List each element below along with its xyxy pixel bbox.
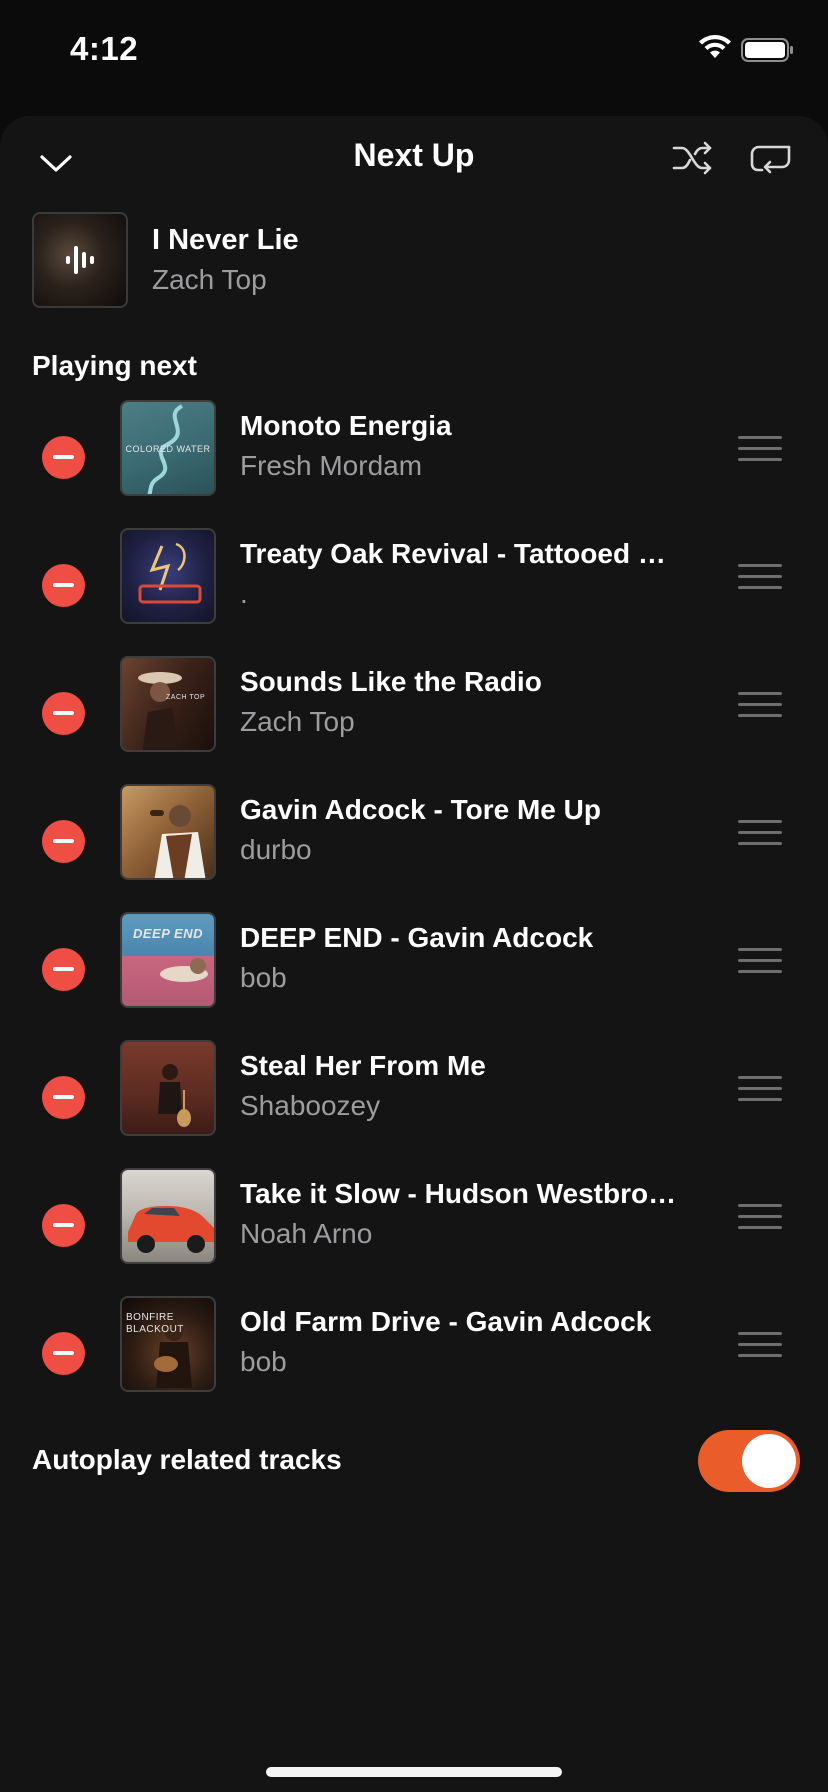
equalizer-icon xyxy=(66,246,94,274)
drag-handle-icon[interactable] xyxy=(738,948,782,974)
queue-item[interactable]: Take it Slow - Hudson Westbrook Noah Arn… xyxy=(0,1168,828,1296)
queue-item[interactable]: COLORED WATER Monoto Energia Fresh Morda… xyxy=(0,400,828,528)
track-title: Take it Slow - Hudson Westbrook xyxy=(240,1178,680,1209)
track-artist: bob xyxy=(240,962,287,993)
remove-track-button[interactable] xyxy=(42,820,85,863)
drag-handle-icon[interactable] xyxy=(738,820,782,846)
now-playing-artwork xyxy=(32,212,128,308)
track-artist: Noah Arno xyxy=(240,1218,373,1249)
drag-handle-icon[interactable] xyxy=(738,436,782,462)
battery-icon xyxy=(741,38,793,62)
track-artwork xyxy=(120,1168,216,1264)
repeat-icon[interactable] xyxy=(748,138,794,178)
drag-handle-icon[interactable] xyxy=(738,1076,782,1102)
drag-handle-icon[interactable] xyxy=(738,564,782,590)
remove-track-button[interactable] xyxy=(42,564,85,607)
neon-sign-art xyxy=(138,542,202,604)
sheet-header: Next Up xyxy=(0,116,828,196)
status-time: 4:12 xyxy=(70,30,139,67)
remove-track-button[interactable] xyxy=(42,1204,85,1247)
track-title: Steal Her From Me xyxy=(240,1050,486,1081)
track-artist: . xyxy=(240,578,248,609)
now-playing-artist: Zach Top xyxy=(152,264,267,295)
autoplay-toggle[interactable] xyxy=(698,1430,800,1492)
drag-handle-icon[interactable] xyxy=(738,692,782,718)
track-title: Treaty Oak Revival - Tattooed Heart xyxy=(240,538,680,569)
drag-handle-icon[interactable] xyxy=(738,1204,782,1230)
queue-item[interactable]: BONFIRE BLACKOUT Old Farm Drive - Gavin … xyxy=(0,1296,828,1424)
track-artist: durbo xyxy=(240,834,312,865)
track-artwork: BONFIRE BLACKOUT xyxy=(120,1296,216,1392)
autoplay-label: Autoplay related tracks xyxy=(32,1444,342,1475)
remove-track-button[interactable] xyxy=(42,436,85,479)
track-artist: bob xyxy=(240,1346,287,1377)
next-up-sheet: Next Up I Never Lie Zach Top Playing nex… xyxy=(0,116,828,1792)
queue-item[interactable]: Treaty Oak Revival - Tattooed Heart . xyxy=(0,528,828,656)
wifi-icon xyxy=(699,35,731,58)
remove-track-button[interactable] xyxy=(42,1076,85,1119)
portrait-art xyxy=(150,805,206,878)
track-artwork: DEEP END xyxy=(120,912,216,1008)
playing-next-heading: Playing next xyxy=(32,350,197,381)
remove-track-button[interactable] xyxy=(42,948,85,991)
track-artist: Zach Top xyxy=(240,706,355,737)
track-artwork xyxy=(120,528,216,624)
car-art xyxy=(128,1206,214,1253)
artwork-caption: ZACH TOP xyxy=(166,694,206,701)
home-indicator[interactable] xyxy=(266,1767,562,1777)
track-artist: Fresh Mordam xyxy=(240,450,423,481)
artwork-caption: BONFIRE BLACKOUT xyxy=(126,1312,184,1335)
remove-track-button[interactable] xyxy=(42,692,85,735)
queue-item[interactable]: ZACH TOP Sounds Like the Radio Zach Top xyxy=(0,656,828,784)
status-bar: 4:12 xyxy=(0,0,828,100)
now-playing-track[interactable]: I Never Lie Zach Top xyxy=(0,212,828,312)
track-artist: Shaboozey xyxy=(240,1090,381,1121)
queue-item[interactable]: Gavin Adcock - Tore Me Up durbo xyxy=(0,784,828,912)
queue-item[interactable]: Steal Her From Me Shaboozey xyxy=(0,1040,828,1168)
portrait-art xyxy=(158,1064,191,1127)
toggle-knob xyxy=(742,1434,796,1488)
track-artwork: COLORED WATER xyxy=(120,400,216,496)
shuffle-icon[interactable] xyxy=(670,138,716,178)
queue-list: COLORED WATER Monoto Energia Fresh Morda… xyxy=(0,400,828,1424)
track-artwork xyxy=(120,1040,216,1136)
track-artwork xyxy=(120,784,216,880)
artwork-caption: DEEP END xyxy=(133,926,203,941)
drag-handle-icon[interactable] xyxy=(738,1332,782,1358)
artwork-caption: COLORED WATER xyxy=(125,444,211,454)
queue-item[interactable]: DEEP END DEEP END - Gavin Adcock bob xyxy=(0,912,828,1040)
track-artwork: ZACH TOP xyxy=(120,656,216,752)
track-title: Old Farm Drive - Gavin Adcock xyxy=(240,1306,652,1337)
track-title: Sounds Like the Radio xyxy=(240,666,542,697)
now-playing-title: I Never Lie xyxy=(152,224,299,256)
remove-track-button[interactable] xyxy=(42,1332,85,1375)
track-title: DEEP END - Gavin Adcock xyxy=(240,922,594,953)
track-title: Monoto Energia xyxy=(240,410,452,441)
portrait-art xyxy=(138,672,182,750)
track-title: Gavin Adcock - Tore Me Up xyxy=(240,794,601,825)
